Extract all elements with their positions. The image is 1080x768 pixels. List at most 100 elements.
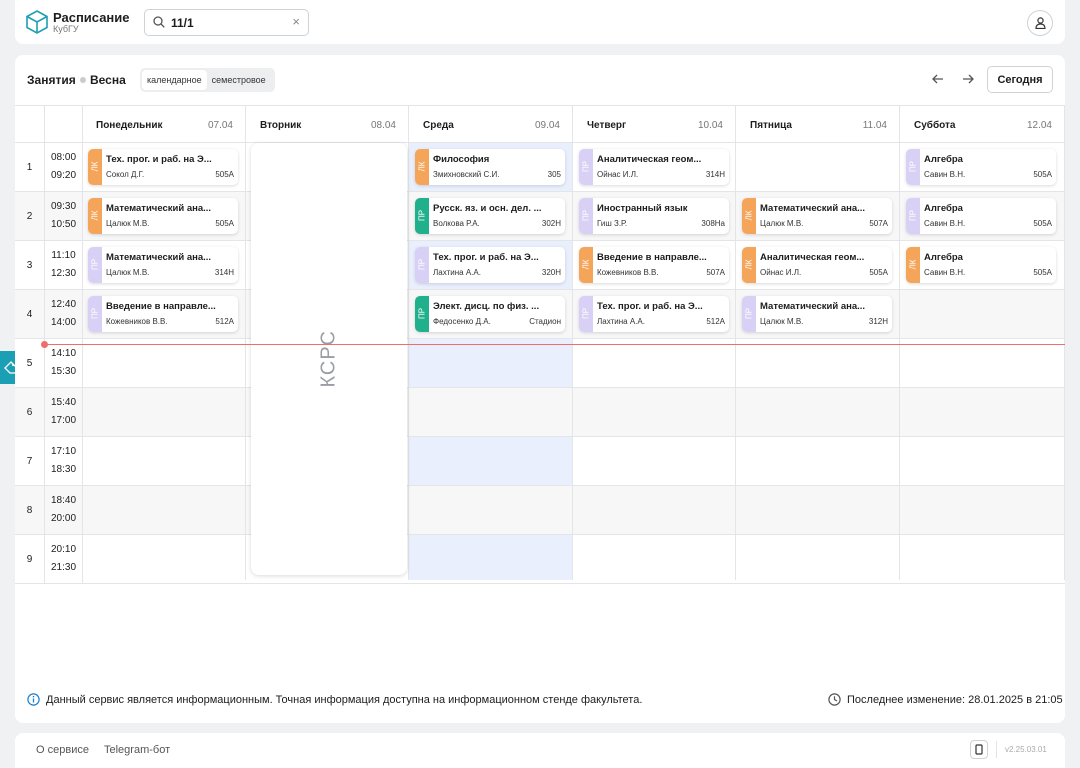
- mobile-button[interactable]: [970, 740, 988, 759]
- class-card[interactable]: ЛК Аналитическая геом... Ойнас И.Л. 505А: [742, 247, 892, 283]
- view-mode-semester[interactable]: семестровое: [207, 70, 271, 90]
- class-title: Русск. яз. и осн. дел. ...: [433, 203, 542, 214]
- class-card[interactable]: ПР Иностранный язык Гиш З.Р. 308На: [579, 198, 729, 234]
- class-type-badge: ПР: [415, 247, 429, 283]
- ksrs-block[interactable]: КСРС: [251, 143, 407, 575]
- class-room: 305: [547, 170, 561, 179]
- class-card[interactable]: ЛК Алгебра Савин В.Н. 505А: [906, 247, 1056, 283]
- period-time: 11:10 12:30: [45, 241, 83, 290]
- class-card[interactable]: ЛК Математический ана... Цалюк М.В. 505А: [88, 198, 238, 234]
- period-end: 18:30: [50, 464, 77, 475]
- user-icon: [1035, 17, 1046, 29]
- class-card[interactable]: ЛК Математический ана... Цалюк М.В. 507А: [742, 198, 892, 234]
- period-time: 17:10 18:30: [45, 437, 83, 486]
- today-button[interactable]: Сегодня: [987, 66, 1053, 93]
- class-room: 314Н: [214, 268, 234, 277]
- class-teacher: Цалюк М.В.: [106, 268, 150, 277]
- class-teacher: Савин В.Н.: [924, 268, 966, 277]
- class-teacher: Сокол Д.Г.: [106, 170, 145, 179]
- class-title: Алгебра: [924, 203, 963, 214]
- period-number: 2: [15, 192, 45, 241]
- class-card[interactable]: ПР Математический ана... Цалюк М.В. 312Н: [742, 296, 892, 332]
- class-type: ПР: [581, 160, 591, 173]
- schedule-panel: Занятия Весна календарное семестровое Се…: [15, 55, 1065, 723]
- arrow-left-icon[interactable]: [931, 72, 945, 86]
- class-type: ПР: [581, 209, 591, 222]
- cube-logo-icon[interactable]: [26, 10, 48, 34]
- period-time: 12:40 14:00: [45, 290, 83, 339]
- schedule-grid: 1 08:00 09:20 2 09:30 10:50 3 11:10 12:30 4 12:40 1…: [15, 105, 1065, 584]
- search-input[interactable]: [171, 14, 286, 31]
- class-card[interactable]: ПР Элект. дисц. по физ. ... Федосенко Д.А.…: [415, 296, 565, 332]
- class-card[interactable]: ПР Введение в направле... Кожевников В.В. 5…: [88, 296, 238, 332]
- class-teacher: Савин В.Н.: [924, 219, 966, 228]
- class-card[interactable]: ПР Математический ана... Цалюк М.В. 314Н: [88, 247, 238, 283]
- class-card[interactable]: ПР Тех. прог. и раб. на Э... Лахтина А.А. 5…: [579, 296, 729, 332]
- class-title: Философия: [433, 154, 490, 165]
- class-room: 505А: [215, 170, 234, 179]
- class-room: Стадион: [529, 317, 561, 326]
- class-teacher: Лахтина А.А.: [597, 317, 645, 326]
- class-title: Математический ана...: [760, 203, 866, 214]
- view-mode-calendar[interactable]: календарное: [142, 70, 207, 90]
- class-type: ЛК: [90, 161, 100, 172]
- version-label: v2.25.03.01: [1005, 745, 1047, 754]
- day-name: Вторник: [260, 120, 302, 131]
- class-card[interactable]: ЛК Введение в направле... Кожевников В.В. 5…: [579, 247, 729, 283]
- class-type-badge: ПР: [579, 149, 593, 185]
- class-type: ПР: [417, 209, 427, 222]
- class-card[interactable]: ПР Аналитическая геом... Ойнас И.Л. 314Н: [579, 149, 729, 185]
- day-date: 09.04: [534, 120, 560, 131]
- search-icon: [153, 16, 165, 28]
- day-name: Среда: [423, 120, 454, 131]
- brand-title[interactable]: Расписание: [53, 10, 130, 25]
- day-header: Вторник 08.04: [246, 105, 409, 143]
- last-change-text: Последнее изменение: 28.01.2025 в 21:05: [847, 694, 1063, 706]
- close-icon[interactable]: ×: [292, 15, 300, 29]
- period-start: 08:00: [50, 152, 77, 163]
- clock-icon: [828, 693, 841, 706]
- class-teacher: Кожевников В.В.: [597, 268, 659, 277]
- view-mode-switch[interactable]: календарное семестровое: [140, 68, 275, 92]
- footer-link-about[interactable]: О сервисе: [36, 744, 89, 756]
- class-card[interactable]: ЛК Тех. прог. и раб. на Э... Сокол Д.Г. 505…: [88, 149, 238, 185]
- period-number: 5: [15, 339, 45, 388]
- period-time: 18:40 20:00: [45, 486, 83, 535]
- class-title: Математический ана...: [760, 301, 866, 312]
- class-card[interactable]: ПР Алгебра Савин В.Н. 505А: [906, 198, 1056, 234]
- period-end: 15:30: [50, 366, 77, 377]
- class-type-badge: ЛК: [742, 198, 756, 234]
- period-time: 08:00 09:20: [45, 143, 83, 192]
- arrow-right-icon[interactable]: [961, 72, 975, 86]
- footer-link-telegram[interactable]: Telegram-бот: [104, 744, 170, 756]
- class-card[interactable]: ПР Русск. яз. и осн. дел. ... Волкова Р.А.…: [415, 198, 565, 234]
- class-teacher: Кожевников В.В.: [106, 317, 168, 326]
- period-number: 6: [15, 388, 45, 437]
- search-box[interactable]: ×: [144, 9, 309, 36]
- class-type-badge: ПР: [579, 198, 593, 234]
- class-card[interactable]: ПР Алгебра Савин В.Н. 505А: [906, 149, 1056, 185]
- footer: О сервисе Telegram-бот v2.25.03.01: [15, 733, 1065, 768]
- season-label: Весна: [90, 73, 126, 87]
- period-row: [15, 339, 1065, 388]
- class-title: Алгебра: [924, 154, 963, 165]
- user-button[interactable]: [1027, 10, 1053, 36]
- class-card[interactable]: ПР Тех. прог. и раб. на Э... Лахтина А.А. 3…: [415, 247, 565, 283]
- day-header: Пятница 11.04: [736, 105, 900, 143]
- class-card[interactable]: ЛК Философия Змихновский С.И. 305: [415, 149, 565, 185]
- class-teacher: Цалюк М.В.: [760, 219, 804, 228]
- column-divider: [1064, 143, 1065, 580]
- class-title: Математический ана...: [106, 252, 212, 263]
- period-start: 17:10: [50, 446, 77, 457]
- day-date: 10.04: [697, 120, 723, 131]
- class-type-badge: ЛК: [742, 247, 756, 283]
- class-type: ПР: [908, 160, 918, 173]
- class-title: Аналитическая геом...: [597, 154, 702, 165]
- class-type: ПР: [90, 258, 100, 271]
- class-type: ЛК: [744, 259, 754, 270]
- period-time: 09:30 10:50: [45, 192, 83, 241]
- class-room: 507А: [706, 268, 725, 277]
- column-divider: [572, 143, 573, 580]
- class-type-badge: ЛК: [88, 149, 102, 185]
- class-type: ЛК: [744, 210, 754, 221]
